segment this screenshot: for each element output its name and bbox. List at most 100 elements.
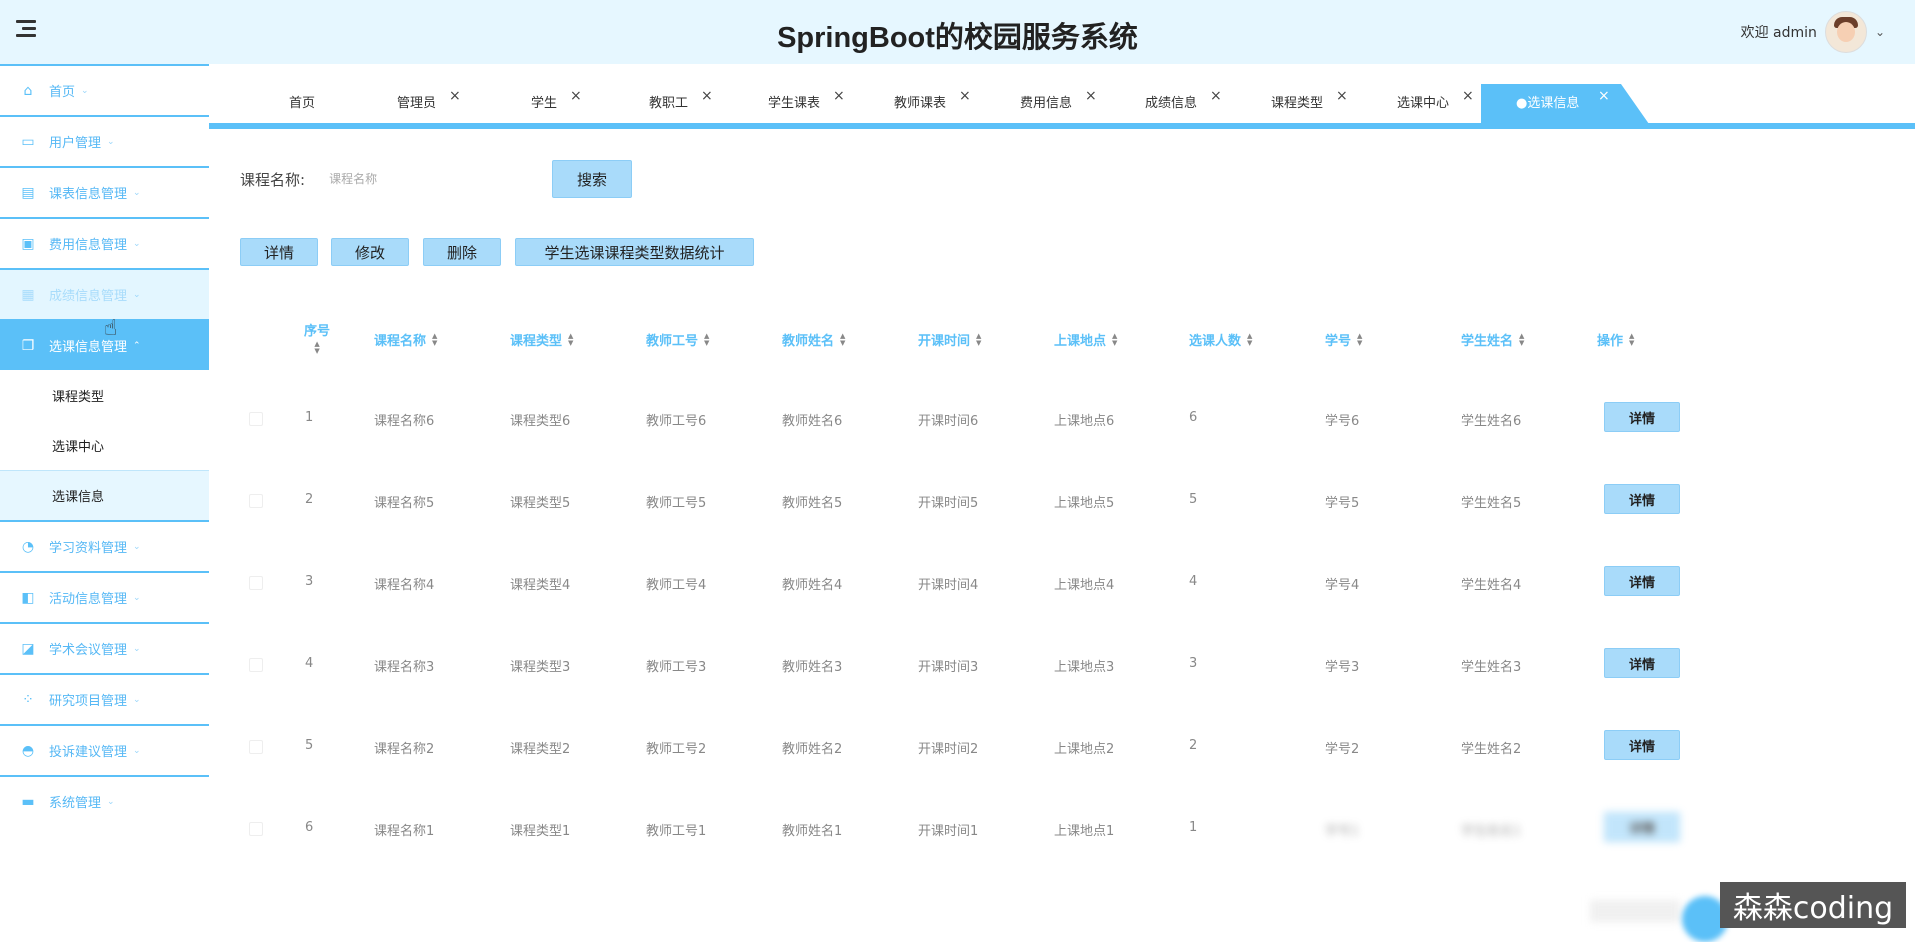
row-checkbox[interactable] [249,494,263,508]
sidebar-item-timetable[interactable]: ▤ 课表信息管理 ⌄ [0,166,209,217]
sidebar-item-system[interactable]: ▬ 系统管理 ⌄ [0,775,209,826]
close-icon[interactable]: × [1462,88,1474,104]
column-header-actions: 操作 ▲ ▼ [1597,330,1634,349]
sidebar-subitem-course-type[interactable]: 课程类型 [0,370,209,420]
table-cell: 4 [305,656,314,671]
tab-student[interactable]: 学生 × [531,88,582,111]
chevron-down-icon[interactable]: ⌄ [1875,25,1885,39]
tab-grades[interactable]: 成绩信息 × [1145,88,1222,111]
column-header-student-id[interactable]: 学号 ▲ ▼ [1325,330,1362,349]
close-icon[interactable]: × [1210,88,1222,104]
sort-icon[interactable]: ▲ ▼ [840,332,845,347]
sidebar-item-activities[interactable]: ◧ 活动信息管理 ⌄ [0,571,209,622]
column-header-location[interactable]: 上课地点 ▲ ▼ [1054,330,1117,349]
table-cell: 学生姓名4 [1461,578,1522,593]
column-header-index[interactable]: 序号 ▲ ▼ [304,320,330,355]
row-checkbox[interactable] [249,412,263,426]
chevron-down-icon: ⌄ [107,796,115,807]
table-cell: 1 [1189,820,1198,835]
sort-icon[interactable]: ▲ ▼ [1357,332,1362,347]
row-detail-button[interactable]: 详情 [1604,566,1680,596]
row-checkbox[interactable] [249,740,263,754]
archive-icon: ▤ [21,184,35,201]
user-card-icon: ▭ [21,133,35,150]
table-cell: 上课地点6 [1054,414,1115,429]
row-checkbox[interactable] [249,658,263,672]
table-icon: ▦ [21,286,35,303]
tab-student-timetable[interactable]: 学生课表 × [768,88,845,111]
tab-course-center[interactable]: 选课中心 × [1397,88,1474,111]
row-detail-button[interactable]: 详情 [1604,402,1680,432]
row-checkbox[interactable] [249,576,263,590]
sidebar-item-label: 研究项目管理 [49,694,128,709]
hand-cursor-icon: ☝ [104,316,118,341]
sort-icon[interactable]: ▲ ▼ [704,332,709,347]
table-cell: 开课时间2 [918,742,979,757]
sort-icon[interactable]: ▲ ▼ [1629,332,1634,347]
stats-button[interactable]: 学生选课课程类型数据统计 [515,238,754,266]
sort-icon[interactable]: ▲ ▼ [314,341,319,355]
sort-icon[interactable]: ▲ ▼ [976,332,981,347]
table-cell: 上课地点2 [1054,742,1115,757]
tab-label: 课程类型 [1271,96,1324,111]
tab-admin[interactable]: 管理员 × [397,88,461,111]
row-checkbox[interactable] [249,822,263,836]
avatar[interactable] [1824,11,1867,53]
close-icon[interactable]: × [701,88,713,104]
row-detail-button[interactable]: 详情 [1604,484,1680,514]
close-icon[interactable]: × [449,88,461,104]
tab-course-type[interactable]: 课程类型 × [1271,88,1348,111]
tab-fees[interactable]: 费用信息 × [1020,88,1097,111]
table-cell: 课程类型3 [510,660,571,675]
search-input[interactable] [327,161,538,197]
chevron-down-icon: ⌄ [133,745,141,756]
search-button[interactable]: 搜索 [552,160,632,198]
sidebar-item-complaints[interactable]: ◓ 投诉建议管理 ⌄ [0,724,209,775]
close-icon[interactable]: × [1336,88,1348,104]
tab-staff[interactable]: 教职工 × [649,88,713,111]
user-menu[interactable]: 欢迎 admin ⌄ [1741,10,1885,54]
sidebar-item-users[interactable]: ▭ 用户管理 ⌄ [0,115,209,166]
close-icon[interactable]: × [1085,88,1097,104]
close-icon[interactable]: × [1598,88,1610,104]
detail-button[interactable]: 详情 [240,238,318,266]
tab-teacher-timetable[interactable]: 教师课表 × [894,88,971,111]
chevron-down-icon: ⌄ [107,136,115,147]
sort-icon[interactable]: ▲ ▼ [432,332,437,347]
row-detail-button[interactable]: 详情 [1604,730,1680,760]
header-label: 课程类型 [510,334,563,349]
column-header-enrollment[interactable]: 选课人数 ▲ ▼ [1189,330,1252,349]
column-header-teacher-name[interactable]: 教师姓名 ▲ ▼ [782,330,845,349]
column-header-course-type[interactable]: 课程类型 ▲ ▼ [510,330,573,349]
sidebar-item-grades[interactable]: ▦ 成绩信息管理 ⌄ [0,268,209,319]
sort-icon[interactable]: ▲ ▼ [568,332,573,347]
sidebar-item-label: 费用信息管理 [49,238,128,253]
sidebar-item-study-materials[interactable]: ◔ 学习资料管理 ⌄ [0,520,209,571]
sidebar-item-fees[interactable]: ▣ 费用信息管理 ⌄ [0,217,209,268]
column-header-teacher-id[interactable]: 教师工号 ▲ ▼ [646,330,709,349]
row-detail-button[interactable]: 详情 [1604,648,1680,678]
column-header-student-name[interactable]: 学生姓名 ▲ ▼ [1461,330,1524,349]
sidebar-item-conferences[interactable]: ◪ 学术会议管理 ⌄ [0,622,209,673]
sort-icon[interactable]: ▲ ▼ [1247,332,1252,347]
tab-home[interactable]: 首页 [289,92,315,111]
delete-button[interactable]: 删除 [423,238,501,266]
tab-course-info[interactable]: ●选课信息 × [1516,88,1610,111]
column-header-start-time[interactable]: 开课时间 ▲ ▼ [918,330,981,349]
close-icon[interactable]: × [833,88,845,104]
close-icon[interactable]: × [570,88,582,104]
floating-pagination [1590,900,1680,922]
column-header-course-name[interactable]: 课程名称 ▲ ▼ [374,330,437,349]
table-cell: 4 [1189,574,1198,589]
sidebar-item-research[interactable]: ⁘ 研究项目管理 ⌄ [0,673,209,724]
close-icon[interactable]: × [959,88,971,104]
sidebar-subitem-course-center[interactable]: 选课中心 [0,420,209,470]
header-label: 上课地点 [1054,334,1107,349]
sort-icon[interactable]: ▲ ▼ [1519,332,1524,347]
table-cell: 课程名称6 [374,414,435,429]
sidebar-subitem-course-info[interactable]: 选课信息 [0,470,209,520]
sidebar-item-home[interactable]: ⌂ 首页 ⌄ [0,64,209,115]
sort-icon[interactable]: ▲ ▼ [1112,332,1117,347]
row-detail-button[interactable]: 详情 [1604,812,1680,842]
edit-button[interactable]: 修改 [331,238,409,266]
